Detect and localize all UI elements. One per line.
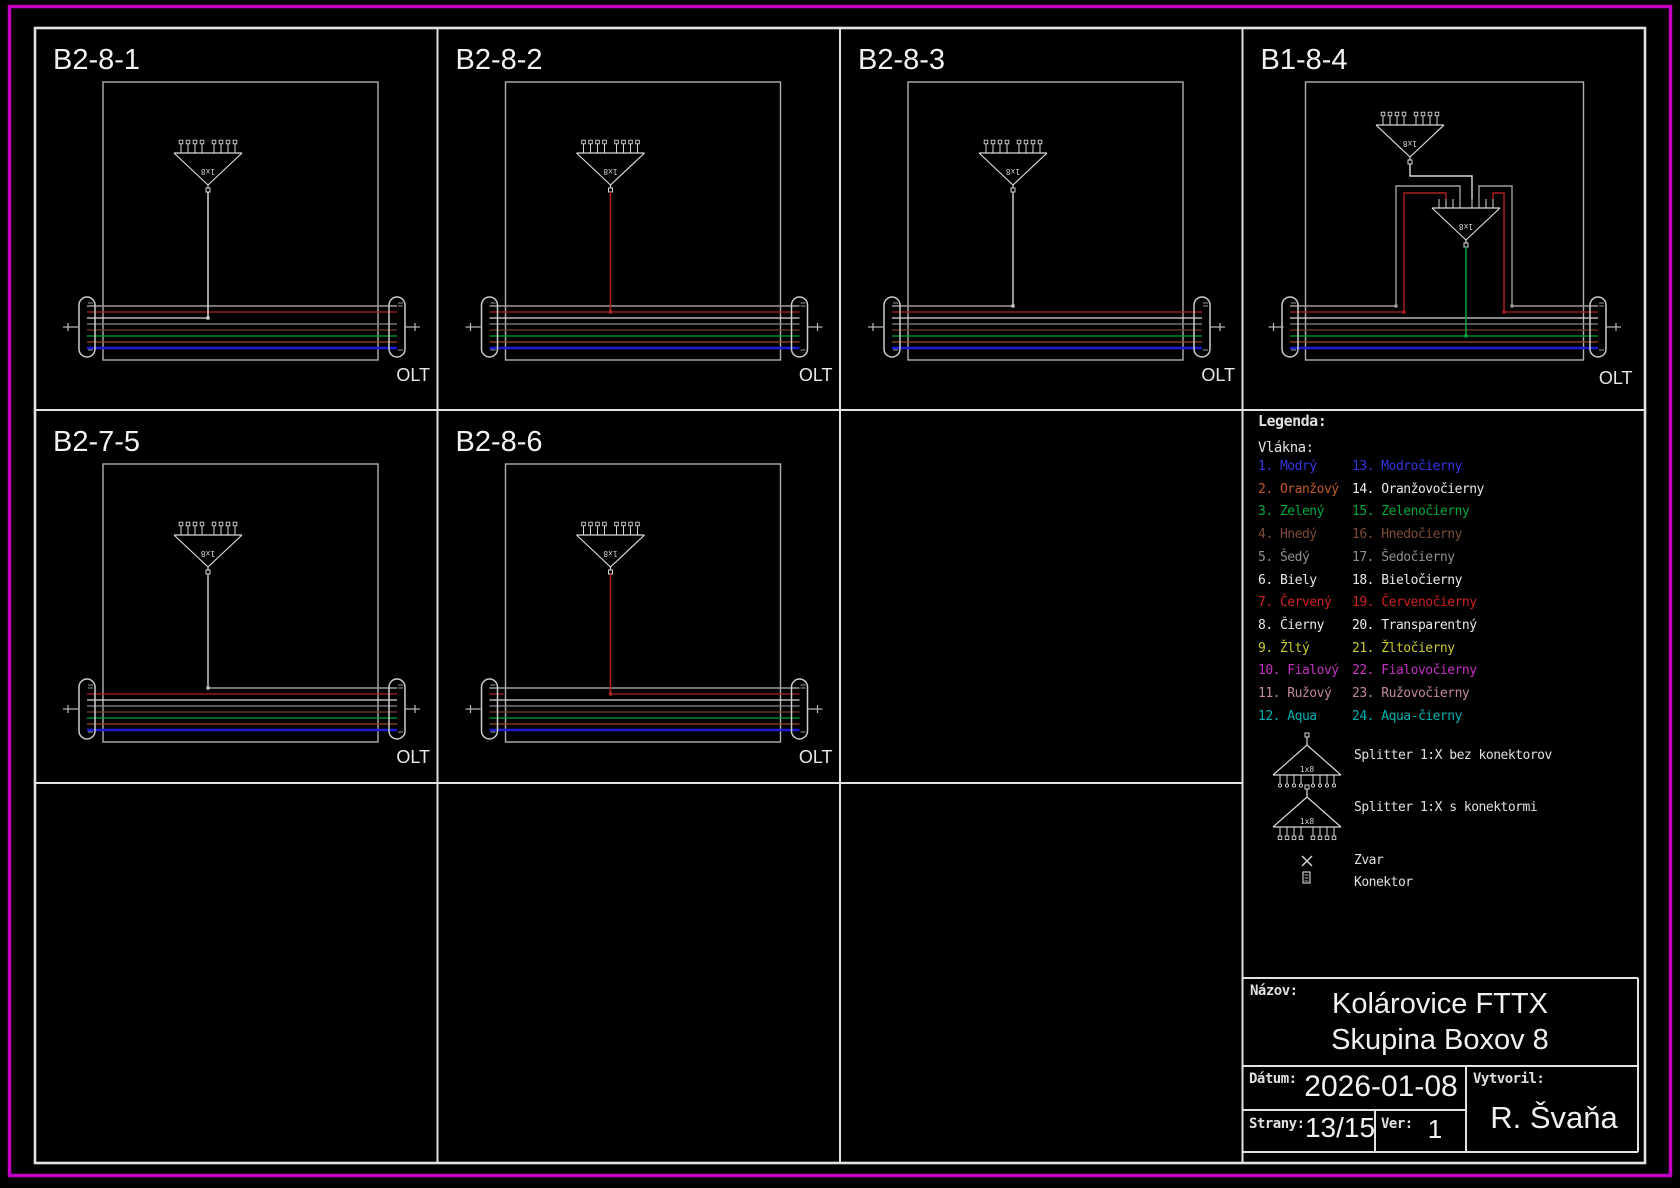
legend-fiber-item: 4. Hnedý	[1258, 527, 1317, 543]
legend-title: Legenda:	[1258, 412, 1327, 430]
legend-symbol-label-zvar: Zvar	[1354, 853, 1384, 868]
legend-fiber-item: 18. Bieločierny	[1352, 572, 1462, 588]
titleblock-datum-value: 2026-01-08	[1304, 1070, 1458, 1103]
drawing-title-line2: Skupina Boxov 8	[1331, 1024, 1549, 1056]
legend-fiber-item: 1. Modrý	[1258, 459, 1317, 474]
legend-fiber-item: 24. Aqua-čierny	[1352, 708, 1462, 724]
legend-fiber-item: 20. Transparentný	[1352, 617, 1477, 633]
panel-label-b2-8-3: B2-8-3	[858, 44, 946, 76]
legend-fiber-item: 10. Fialový	[1258, 663, 1339, 679]
olt-label-b2-8-3: OLT	[1201, 365, 1235, 385]
legend-fiber-item: 7. Červený	[1258, 595, 1332, 611]
titleblock-vytvoril-value: R. Švaňa	[1490, 1100, 1618, 1135]
legend-symbol-label-splitter-s: Splitter 1:X s konektormi	[1354, 800, 1538, 815]
panel-label-b1-8-4: B1-8-4	[1260, 44, 1348, 76]
legend-symbol-label-konektor: Konektor	[1354, 875, 1413, 890]
titleblock-strany-value: 13/15	[1304, 1112, 1376, 1143]
titleblock-datum-label: Dátum:	[1249, 1071, 1297, 1087]
legend-fiber-item: 16. Hnedočierny	[1352, 527, 1462, 543]
legend-fiber-item: 8. Čierny	[1258, 617, 1324, 633]
legend-subtitle: Vlákna:	[1258, 440, 1314, 456]
legend-fiber-item: 14. Oranžovočierny	[1352, 481, 1484, 497]
legend-fiber-item: 9. Žltý	[1258, 640, 1310, 656]
titleblock-strany-label: Strany:	[1249, 1116, 1305, 1132]
legend-fiber-item: 6. Biely	[1258, 572, 1317, 588]
legend-fiber-item: 15. Zelenočierny	[1352, 504, 1470, 520]
legend-fiber-item: 3. Zelený	[1258, 504, 1324, 520]
olt-label-b2-8-6: OLT	[798, 747, 833, 767]
panel-label-b2-8-1: B2-8-1	[53, 44, 141, 76]
olt-label-b2-8-1: OLT	[396, 365, 430, 385]
legend-fiber-item: 19. Červenočierny	[1352, 595, 1477, 611]
legend-fiber-item: 17. Šedočierny	[1352, 549, 1455, 565]
fttx-cad-drawing: 1x8 1x8 1x8 1x8 1x8 1x8 1x8 1x8 1x8 Legenda: Vlá…	[0, 0, 1680, 1188]
legend-fiber-item: 5. Šedý	[1258, 549, 1310, 565]
legend-fiber-item: 21. Žltočierny	[1352, 640, 1455, 656]
drawing-title-line1: Kolárovice FTTX	[1332, 988, 1548, 1020]
olt-label-b2-8-2: OLT	[798, 365, 833, 385]
text-overlay: Legenda: Vlákna: Názov: Kolárovice FTTX …	[0, 0, 1680, 1188]
panel-label-b2-7-5: B2-7-5	[53, 426, 141, 458]
olt-label-b2-7-5: OLT	[396, 747, 430, 767]
legend-fiber-item: 22. Fialovočierny	[1352, 663, 1477, 679]
legend-symbol-label-splitter-bez: Splitter 1:X bez konektorov	[1354, 748, 1552, 763]
titleblock-ver-value: 1	[1427, 1114, 1443, 1144]
panel-label-b2-8-2: B2-8-2	[455, 44, 543, 76]
legend-fiber-item: 11. Ružový	[1258, 686, 1332, 701]
titleblock-ver-label: Ver:	[1381, 1116, 1413, 1132]
legend-fiber-item: 2. Oranžový	[1258, 481, 1339, 497]
legend-fiber-item: 13. Modročierny	[1352, 459, 1462, 474]
panel-label-b2-8-6: B2-8-6	[455, 426, 543, 458]
titleblock-vytvoril-label: Vytvoril:	[1473, 1071, 1545, 1087]
legend-fiber-item: 12. Aqua	[1258, 708, 1317, 724]
legend-fiber-item: 23. Ružovočierny	[1352, 686, 1470, 701]
olt-label-b1-8-4: OLT	[1598, 368, 1633, 388]
